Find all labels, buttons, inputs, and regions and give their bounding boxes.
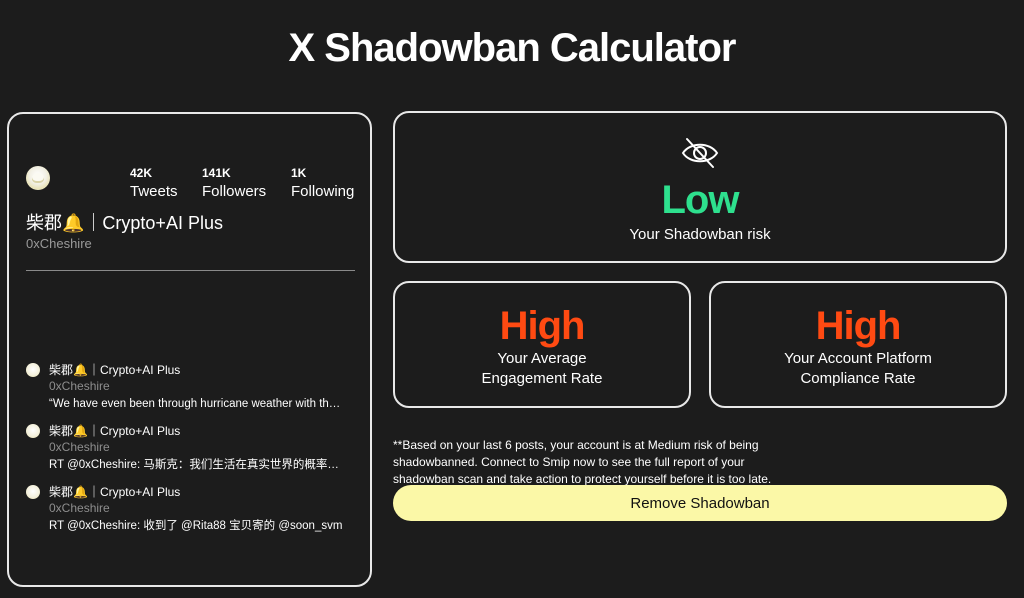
- tweet-author-handle: 0xCheshire: [49, 440, 110, 454]
- profile-divider: [26, 270, 355, 271]
- tweet-avatar: [26, 424, 40, 438]
- page-title: X Shadowban Calculator: [288, 26, 737, 70]
- engagement-rate-level: High: [499, 304, 586, 348]
- tweet-item[interactable]: 柴郡🔔｜Crypto+AI Plus 0xCheshire RT @0xChes…: [26, 484, 356, 545]
- tweet-text: RT @0xCheshire: 收到了 @Rita88 宝贝寄的 @soon_s…: [49, 520, 343, 532]
- tweet-item[interactable]: 柴郡🔔｜Crypto+AI Plus 0xCheshire RT @0xChes…: [26, 423, 356, 484]
- shadowban-risk-level: Low: [661, 178, 740, 222]
- stat-followers-label: Followers: [202, 183, 267, 200]
- compliance-rate-caption: Your Account Platform Compliance Rate: [711, 349, 1005, 389]
- remove-shadowban-button[interactable]: Remove Shadowban: [393, 485, 1007, 521]
- stat-followers: 141K Followers: [202, 166, 266, 202]
- engagement-rate-caption: Your Average Engagement Rate: [395, 349, 689, 389]
- eye-slash-icon: [681, 138, 719, 168]
- risk-footnote: **Based on your last 6 posts, your accou…: [393, 438, 772, 486]
- shadowban-risk-card: Low Your Shadowban risk: [393, 111, 1007, 263]
- engagement-caption-line1: Your Average: [497, 350, 587, 367]
- stat-tweets-value: 42K: [130, 166, 153, 180]
- tweet-text: RT @0xCheshire: 马斯克：我们生活在真实世界的概率是多少: [49, 459, 345, 471]
- tweet-item[interactable]: 柴郡🔔｜Crypto+AI Plus 0xCheshire “We have e…: [26, 362, 356, 423]
- profile-name: 柴郡🔔｜Crypto+AI Plus: [26, 213, 223, 233]
- tweet-author-handle: 0xCheshire: [49, 379, 110, 393]
- shadowban-risk-caption: Your Shadowban risk: [629, 226, 771, 243]
- profile-handle: 0xCheshire: [26, 236, 92, 251]
- stat-following-label: Following: [291, 183, 355, 200]
- stat-tweets: 42K Tweets: [130, 166, 178, 202]
- stat-followers-value: 141K: [202, 166, 231, 180]
- tweet-list: 柴郡🔔｜Crypto+AI Plus 0xCheshire “We have e…: [26, 362, 356, 545]
- tweet-author-name: 柴郡🔔｜Crypto+AI Plus: [49, 424, 181, 438]
- engagement-rate-card: High Your Average Engagement Rate: [393, 281, 691, 408]
- tweet-author-name: 柴郡🔔｜Crypto+AI Plus: [49, 363, 181, 377]
- engagement-caption-line2: Engagement Rate: [481, 370, 603, 387]
- tweet-avatar: [26, 485, 40, 499]
- shadowban-calculator-page: X Shadowban Calculator 42K Tweets 141K F…: [0, 0, 1024, 598]
- compliance-caption-line2: Compliance Rate: [800, 370, 916, 387]
- tweet-author-name: 柴郡🔔｜Crypto+AI Plus: [49, 485, 181, 499]
- compliance-rate-card: High Your Account Platform Compliance Ra…: [709, 281, 1007, 408]
- tweet-text: “We have even been through hurricane wea…: [49, 398, 345, 410]
- compliance-rate-level: High: [815, 304, 902, 348]
- profile-avatar: [26, 166, 50, 190]
- profile-card: 42K Tweets 141K Followers 1K Following 柴…: [7, 112, 372, 587]
- compliance-caption-line1: Your Account Platform: [784, 350, 932, 367]
- stat-following: 1K Following: [291, 166, 354, 202]
- tweet-author-handle: 0xCheshire: [49, 501, 110, 515]
- stat-tweets-label: Tweets: [130, 183, 178, 200]
- stat-following-value: 1K: [291, 166, 307, 180]
- tweet-avatar: [26, 363, 40, 377]
